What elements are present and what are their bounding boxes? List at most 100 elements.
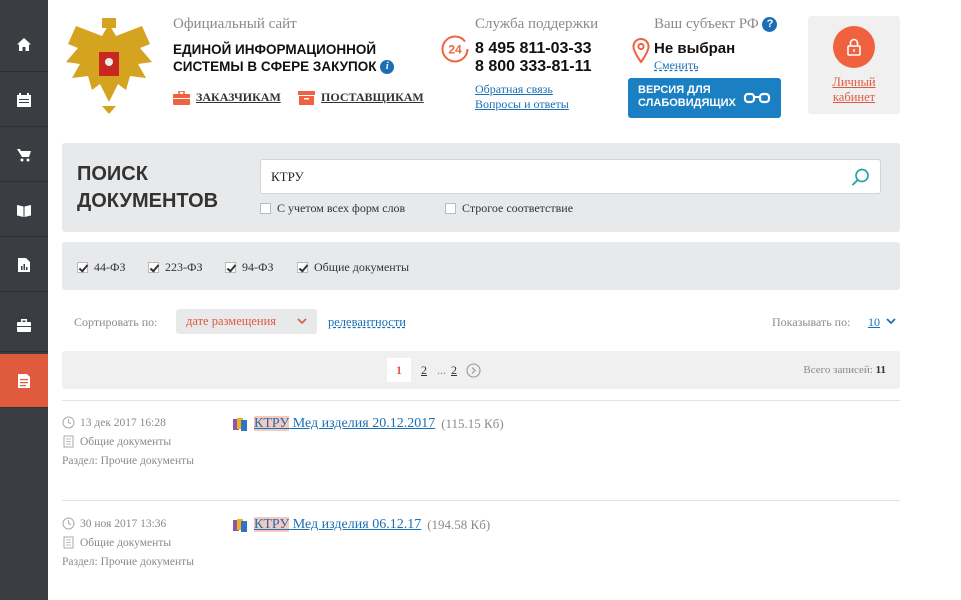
personal-cabinet-button[interactable]: Личный кабинет	[808, 16, 900, 114]
page-link-2[interactable]: 2	[421, 363, 427, 378]
sort-relevance-link[interactable]: релевантности	[328, 315, 406, 330]
briefcase-icon	[173, 90, 190, 105]
sidebar-briefcase[interactable]	[0, 298, 48, 352]
lock-badge	[833, 26, 875, 68]
pagination-bar: 1 2 ... 2 Всего записей: 11	[62, 351, 900, 389]
archive-file-icon	[233, 519, 247, 532]
filter-44fz-checkbox[interactable]	[77, 262, 88, 273]
location-pin-icon	[632, 38, 650, 64]
filter-94fz[interactable]: 94-ФЗ	[225, 260, 274, 275]
sidebar-documents[interactable]	[0, 354, 48, 408]
feedback-link[interactable]: Обратная связь	[475, 82, 553, 97]
customers-link[interactable]: ЗАКАЗЧИКАМ	[173, 90, 281, 105]
page-size-label: Показывать по:	[772, 315, 851, 329]
suppliers-link-label: ПОСТАВЩИКАМ	[321, 90, 424, 104]
book-icon	[17, 204, 31, 217]
next-page-icon[interactable]	[466, 363, 481, 378]
result-2-link[interactable]: КТРУ Мед изделия 06.12.17 (194.58 Кб)	[232, 517, 490, 533]
option-strict-match[interactable]: Строгое соответствие	[445, 201, 573, 216]
official-site-label: Официальный сайт	[173, 16, 297, 32]
sidebar-book[interactable]	[0, 183, 48, 237]
eis-title-line1: ЕДИНОЙ ИНФОРМАЦИОННОЙ	[173, 42, 377, 57]
total-records-label: Всего записей:	[803, 364, 873, 376]
result-2-section: Раздел: Прочие документы	[62, 556, 194, 568]
support-24-icon: 24	[441, 35, 469, 63]
region-value: Не выбран	[654, 40, 736, 57]
sidebar-home[interactable]	[0, 18, 48, 72]
russia-coat-of-arms-icon	[66, 18, 152, 114]
filter-44fz[interactable]: 44-ФЗ	[77, 260, 126, 275]
info-icon[interactable]: i	[380, 60, 395, 75]
sidebar-reports[interactable]	[0, 238, 48, 292]
search-icon[interactable]	[851, 167, 871, 187]
sort-select[interactable]: дате размещения	[176, 309, 317, 334]
divider	[62, 500, 900, 501]
search-input[interactable]	[271, 160, 841, 193]
filter-223fz[interactable]: 223-ФЗ	[148, 260, 203, 275]
result-2-size: (194.58 Кб)	[427, 517, 491, 532]
support-phone-1[interactable]: 8 495 811-03-33	[475, 40, 592, 58]
region-title: Ваш субъект РФ ?	[654, 16, 778, 33]
document-icon	[63, 435, 74, 448]
filter-general-docs-checkbox[interactable]	[297, 262, 308, 273]
result-1-size: (115.15 Кб)	[441, 416, 504, 431]
filter-94fz-checkbox[interactable]	[225, 262, 236, 273]
result-1-date: 13 дек 2017 16:28	[62, 416, 166, 429]
calendar-icon	[17, 92, 31, 107]
result-1-title: Мед изделия 20.12.2017	[289, 416, 436, 431]
option-all-word-forms-label: С учетом всех форм слов	[277, 201, 406, 215]
result-1-date-value: 13 дек 2017 16:28	[80, 416, 166, 429]
total-records-value: 11	[875, 364, 886, 376]
result-2-date: 30 ноя 2017 13:36	[62, 517, 166, 530]
page-current[interactable]: 1	[387, 358, 411, 382]
search-panel: ПОИСК ДОКУМЕНТОВ С учетом всех форм слов…	[62, 143, 900, 232]
clock-icon	[62, 517, 75, 530]
result-2-highlight: КТРУ	[254, 517, 290, 532]
page-dots: ...	[437, 363, 446, 377]
chevron-down-icon	[297, 318, 307, 325]
faq-link[interactable]: Вопросы и ответы	[475, 97, 569, 112]
eis-title[interactable]: ЕДИНОЙ ИНФОРМАЦИОННОЙ СИСТЕМЫ В СФЕРЕ ЗА…	[173, 41, 403, 75]
region-change-link[interactable]: Сменить	[654, 58, 698, 73]
result-1-highlight: КТРУ	[254, 416, 290, 431]
suppliers-link[interactable]: ПОСТАВЩИКАМ	[298, 90, 424, 105]
result-1-link[interactable]: КТРУ Мед изделия 20.12.2017 (115.15 Кб)	[232, 416, 504, 432]
filter-44fz-label: 44-ФЗ	[94, 260, 126, 274]
sidebar-cart[interactable]	[0, 128, 48, 182]
option-all-word-forms-checkbox[interactable]	[260, 203, 271, 214]
filter-223fz-label: 223-ФЗ	[165, 260, 203, 274]
help-icon[interactable]: ?	[762, 17, 778, 33]
filter-general-docs[interactable]: Общие документы	[297, 260, 409, 275]
page-link-last[interactable]: 2	[451, 363, 457, 378]
document-icon	[63, 536, 74, 549]
chevron-down-icon[interactable]	[886, 318, 896, 325]
filter-223fz-checkbox[interactable]	[148, 262, 159, 273]
divider	[62, 400, 900, 401]
sidebar-calendar[interactable]	[0, 73, 48, 127]
total-records: Всего записей: 11	[803, 364, 886, 376]
cart-icon	[17, 148, 31, 161]
glasses-icon	[743, 92, 771, 104]
option-strict-match-checkbox[interactable]	[445, 203, 456, 214]
option-all-word-forms[interactable]: С учетом всех форм слов	[260, 201, 405, 216]
search-heading: ПОИСК ДОКУМЕНТОВ	[77, 163, 219, 212]
support-phone-2[interactable]: 8 800 333-81-11	[475, 58, 592, 76]
result-2-category: Общие документы	[62, 536, 171, 549]
document-icon	[18, 373, 30, 388]
support-title: Служба поддержки	[475, 16, 599, 32]
support-24-label: 24	[448, 43, 462, 57]
region-title-label: Ваш субъект РФ	[654, 16, 759, 32]
result-1-section: Раздел: Прочие документы	[62, 455, 194, 467]
filter-94fz-label: 94-ФЗ	[242, 260, 274, 274]
result-2-date-value: 30 ноя 2017 13:36	[80, 517, 167, 530]
result-1-category: Общие документы	[62, 435, 171, 448]
sort-selected-value: дате размещения	[186, 314, 277, 328]
box-icon	[298, 90, 315, 105]
report-chart-icon	[18, 257, 30, 272]
archive-file-icon	[233, 418, 247, 431]
page-size-select[interactable]: 10	[868, 315, 880, 330]
option-strict-match-label: Строгое соответствие	[462, 201, 574, 215]
accessibility-version-button[interactable]: ВЕРСИЯ ДЛЯ СЛАБОВИДЯЩИХ	[628, 78, 781, 118]
search-box	[260, 159, 881, 194]
lock-icon	[847, 38, 861, 56]
